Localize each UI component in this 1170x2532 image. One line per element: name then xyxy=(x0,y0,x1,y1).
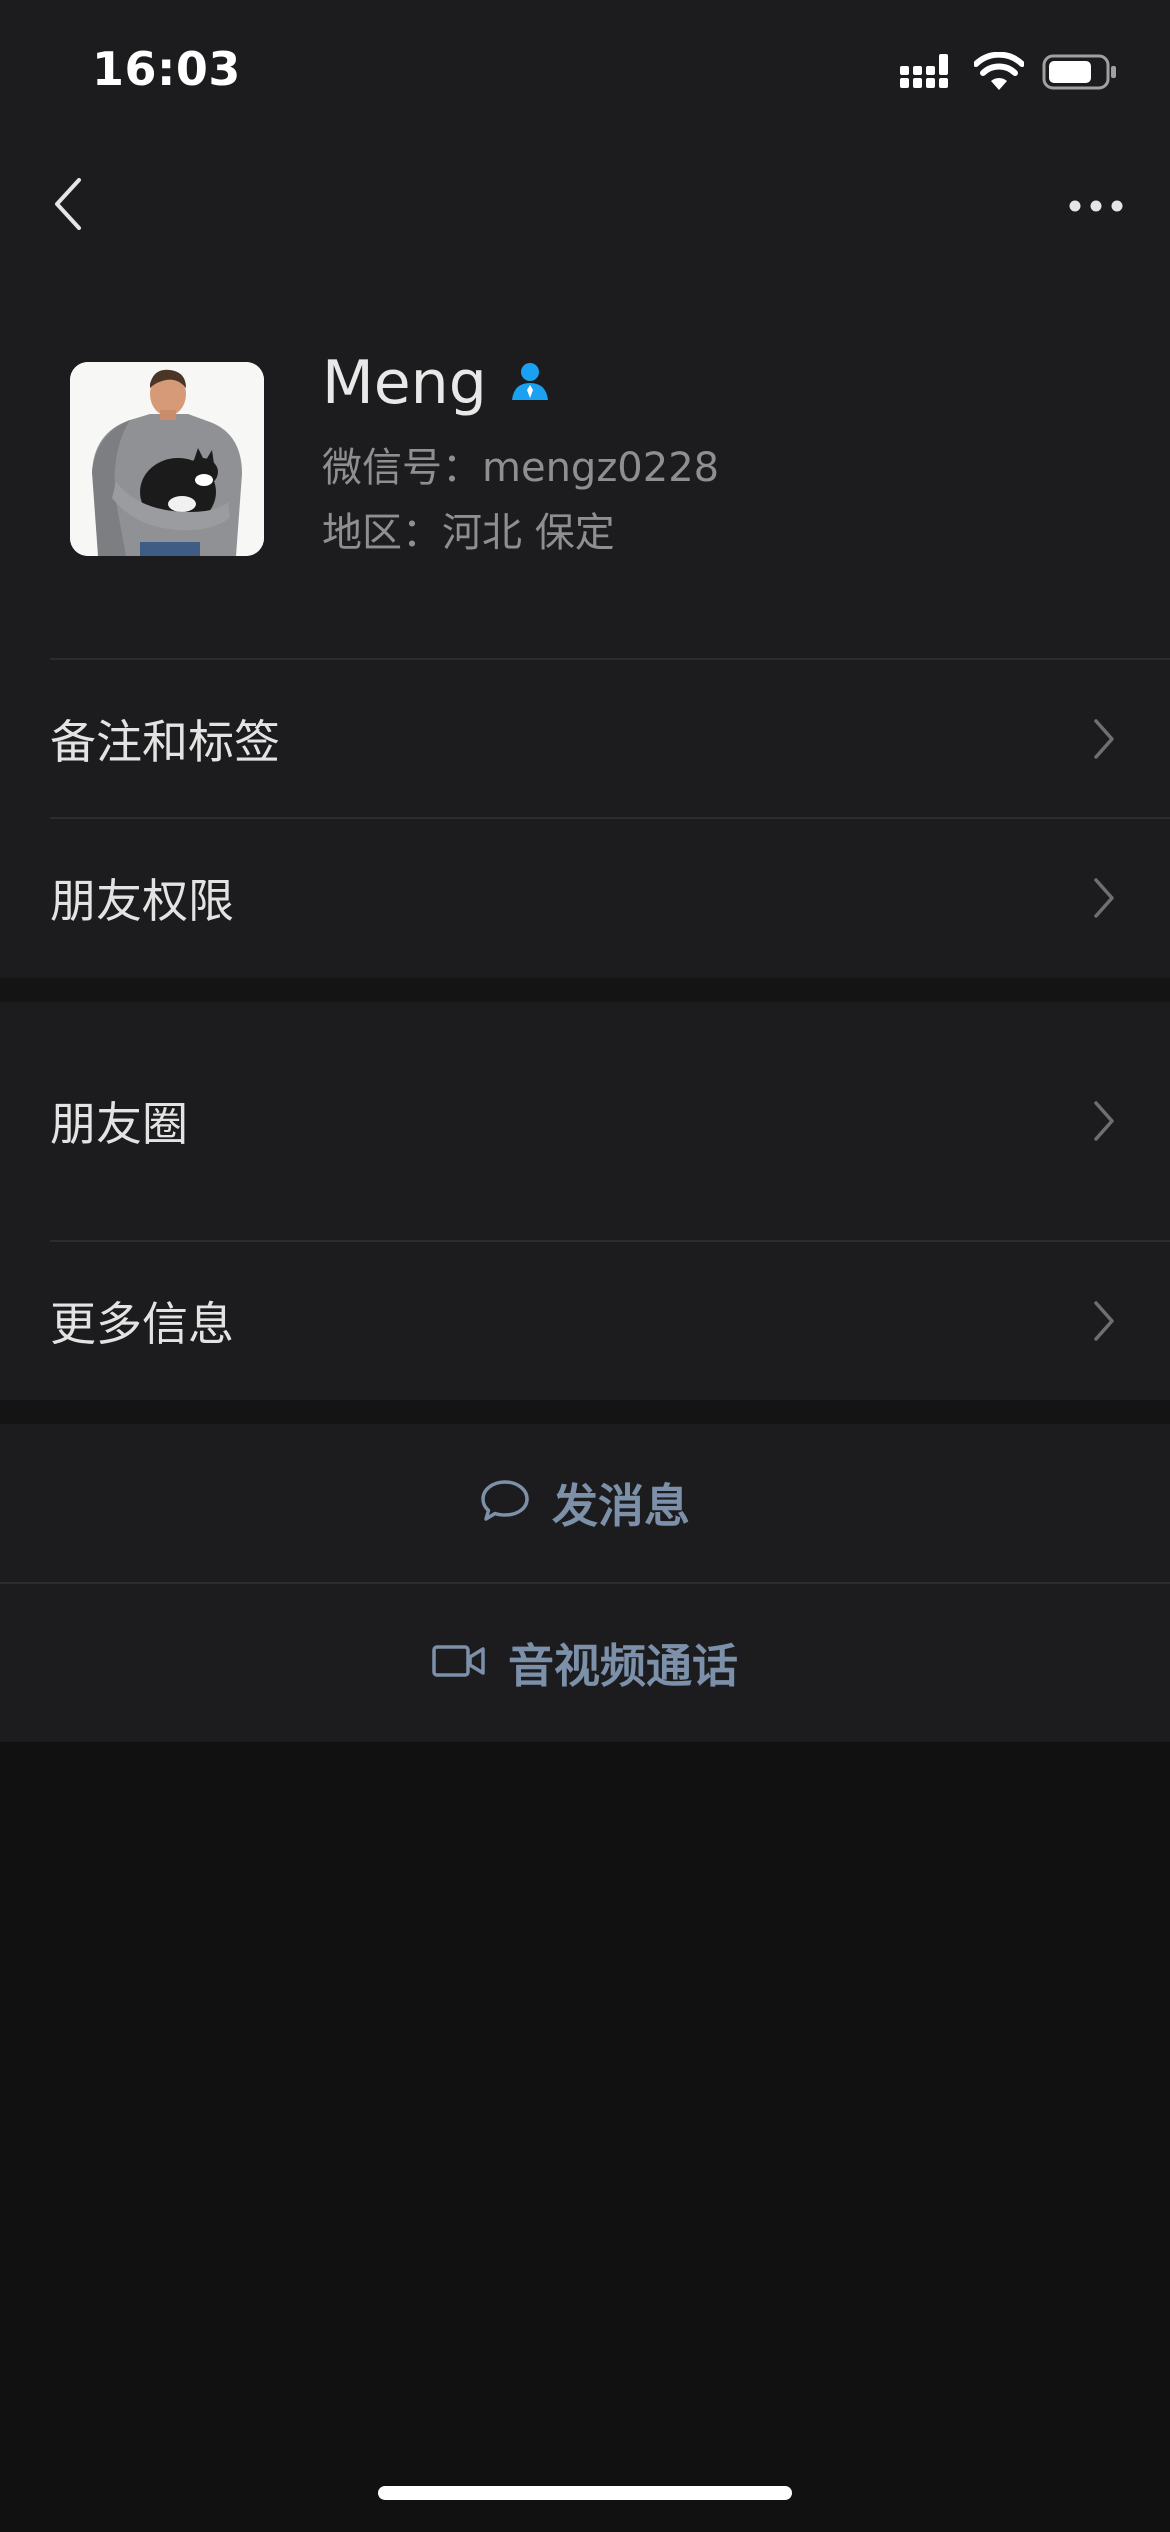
chevron-left-icon xyxy=(53,178,83,234)
status-bar: 16:03 xyxy=(0,0,1170,140)
menu-row-moments[interactable]: 朋友圈 xyxy=(0,1002,1170,1240)
chevron-right-icon xyxy=(1088,715,1120,763)
menu-row-label: 朋友权限 xyxy=(50,874,234,928)
more-horizontal-icon xyxy=(1069,197,1123,216)
contact-name: Meng xyxy=(322,348,487,418)
person-icon xyxy=(509,360,551,406)
wechat-id: 微信号：mengz0228 xyxy=(322,445,720,491)
home-indicator[interactable] xyxy=(378,2486,792,2500)
chevron-right-icon xyxy=(1088,1097,1120,1145)
wifi-icon xyxy=(973,51,1025,96)
back-button[interactable] xyxy=(36,174,100,238)
section-gap xyxy=(0,978,1170,1002)
menu-group-2: 朋友圈 更多信息 xyxy=(0,1002,1170,1400)
video-call-label: 音视频通话 xyxy=(508,1639,738,1693)
video-camera-icon xyxy=(432,1643,486,1683)
send-message-label: 发消息 xyxy=(552,1479,690,1533)
avatar[interactable] xyxy=(70,362,264,556)
name-row: Meng xyxy=(322,348,551,418)
region: 地区：河北 保定 xyxy=(322,510,615,556)
section-gap xyxy=(0,1400,1170,1424)
profile-header: Meng 微信号：mengz0228 地区：河北 保定 xyxy=(0,340,1170,590)
status-icons xyxy=(900,51,1118,96)
menu-row-friend-permissions[interactable]: 朋友权限 xyxy=(0,819,1170,977)
nav-bar xyxy=(0,150,1170,260)
send-message-button[interactable]: 发消息 xyxy=(0,1424,1170,1582)
action-group: 发消息 音视频通话 xyxy=(0,1424,1170,1742)
chevron-right-icon xyxy=(1088,874,1120,922)
chat-bubble-icon xyxy=(480,1478,530,1528)
contact-profile-screen: 16:03 Meng 微信号：mengz0228 地区：河北 保定 备注和标签 … xyxy=(0,0,1170,2532)
menu-row-remarks-tags[interactable]: 备注和标签 xyxy=(0,660,1170,818)
menu-row-more-info[interactable]: 更多信息 xyxy=(0,1242,1170,1400)
more-button[interactable] xyxy=(1060,174,1132,238)
chevron-right-icon xyxy=(1088,1297,1120,1345)
video-call-button[interactable]: 音视频通话 xyxy=(0,1584,1170,1742)
top-panel: 16:03 Meng 微信号：mengz0228 地区：河北 保定 备注和标签 … xyxy=(0,0,1170,978)
status-time: 16:03 xyxy=(92,42,241,96)
battery-icon xyxy=(1042,52,1118,96)
menu-row-label: 备注和标签 xyxy=(50,715,280,769)
avatar-illustration xyxy=(70,362,264,556)
menu-row-label: 更多信息 xyxy=(50,1297,234,1351)
signal-icon xyxy=(900,52,956,96)
menu-row-label: 朋友圈 xyxy=(50,1097,188,1151)
